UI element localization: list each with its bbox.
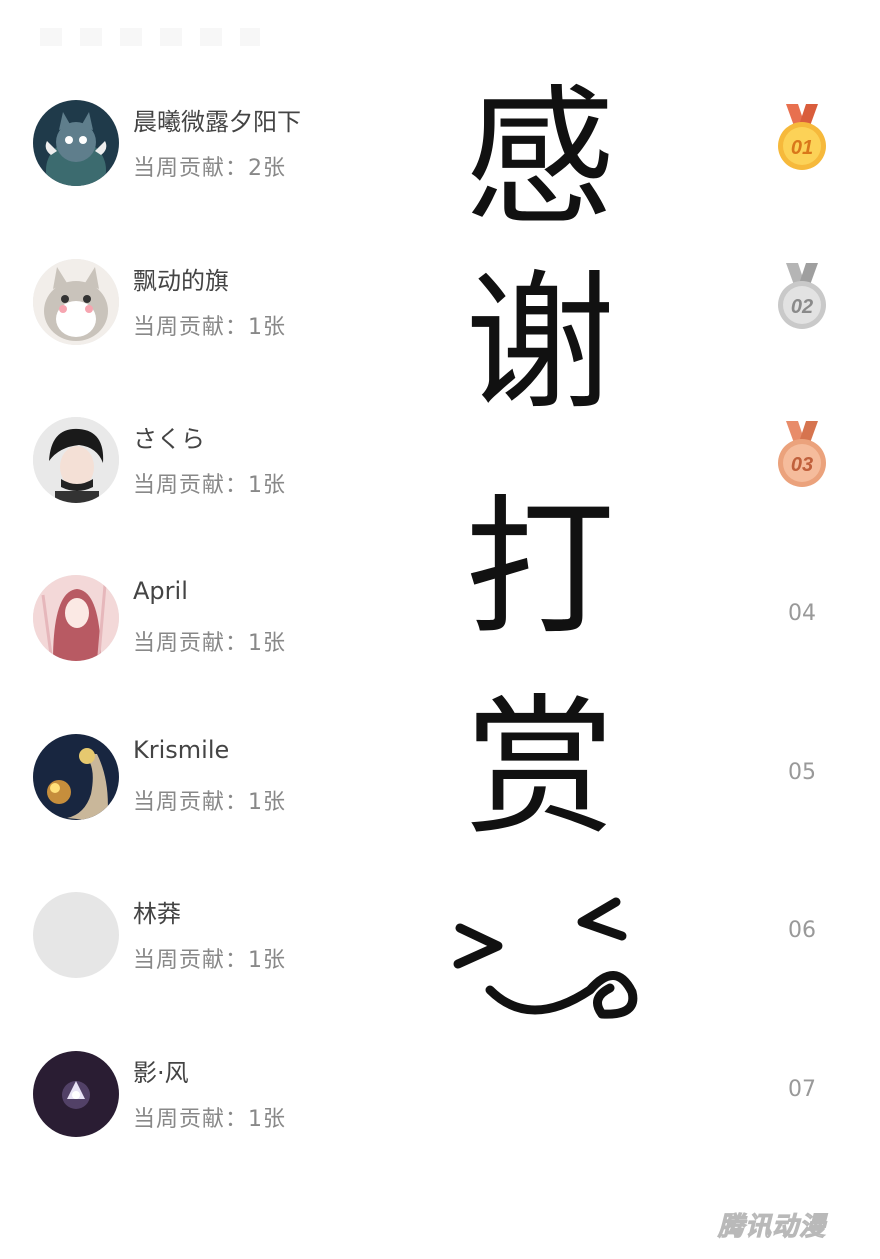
supporter-name: 飘动的旗 xyxy=(133,267,229,295)
rank-number: 04 xyxy=(788,601,816,626)
weekly-contribution: 当周贡献：1张 xyxy=(133,473,286,498)
smiley-doodle-icon xyxy=(453,897,638,1019)
supporter-name: April xyxy=(133,577,188,605)
bronze-medal-icon: 03 xyxy=(772,421,832,493)
medal-rank-label: 03 xyxy=(791,454,813,476)
supporter-name: 影·风 xyxy=(133,1059,189,1087)
gold-medal-icon: 01 xyxy=(772,104,832,176)
avatar[interactable] xyxy=(33,575,119,661)
medal-rank-label: 01 xyxy=(791,137,813,159)
weekly-contribution: 当周贡献：1张 xyxy=(133,790,286,815)
supporter-name: Krismile xyxy=(133,736,230,764)
rank-number: 06 xyxy=(788,918,816,943)
thanks-char: 赏 xyxy=(465,682,615,856)
thanks-char: 谢 xyxy=(465,257,615,431)
tencent-comic-watermark: 腾讯动漫 xyxy=(717,1212,827,1243)
rank-number: 07 xyxy=(788,1077,816,1102)
handwritten-thanks: 感 谢 打 赏 xyxy=(440,60,640,1050)
avatar[interactable] xyxy=(33,417,119,503)
weekly-contribution: 当周贡献：1张 xyxy=(133,631,286,656)
avatar[interactable] xyxy=(33,892,119,978)
avatar[interactable] xyxy=(33,1051,119,1137)
rank-number: 05 xyxy=(788,760,816,785)
supporter-row[interactable]: 影·风 当周贡献：1张 07 xyxy=(0,1051,880,1171)
supporter-name: 林莽 xyxy=(133,900,181,928)
thanks-char: 打 xyxy=(465,482,615,656)
top-faded-header xyxy=(40,28,260,46)
avatar[interactable] xyxy=(33,100,119,186)
supporter-name: さくら xyxy=(133,425,205,453)
silver-medal-icon: 02 xyxy=(772,263,832,335)
medal-rank-label: 02 xyxy=(791,296,813,318)
avatar[interactable] xyxy=(33,259,119,345)
weekly-contribution: 当周贡献：1张 xyxy=(133,315,286,340)
weekly-contribution: 当周贡献：1张 xyxy=(133,1107,286,1132)
thanks-char: 感 xyxy=(465,72,615,246)
weekly-contribution: 当周贡献：1张 xyxy=(133,948,286,973)
avatar[interactable] xyxy=(33,734,119,820)
supporter-name: 晨曦微露夕阳下 xyxy=(133,108,301,136)
weekly-contribution: 当周贡献：2张 xyxy=(133,156,286,181)
